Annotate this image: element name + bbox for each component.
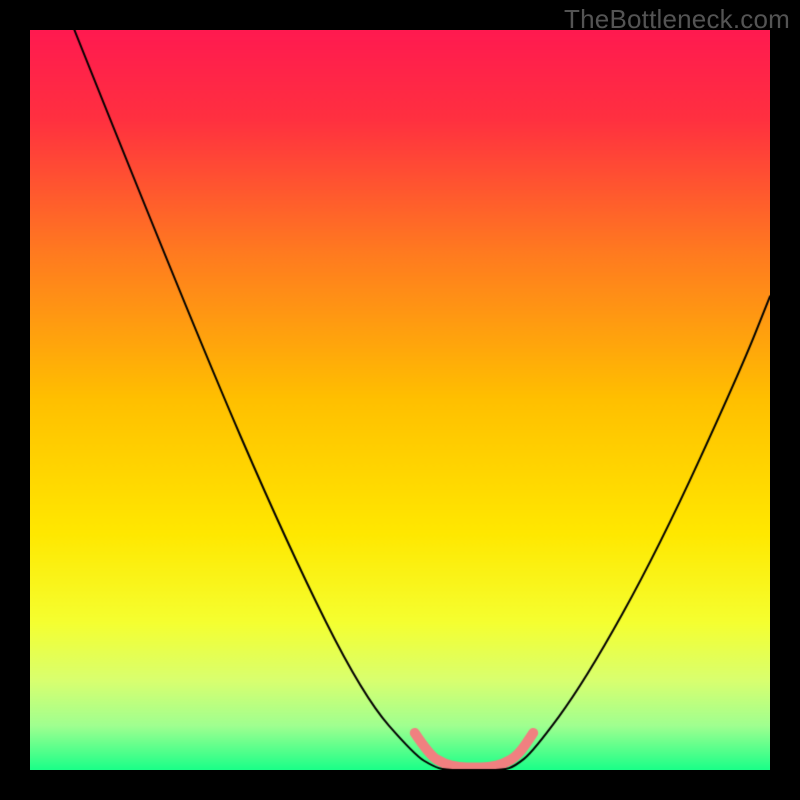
chart-frame: TheBottleneck.com xyxy=(0,0,800,800)
watermark-text: TheBottleneck.com xyxy=(564,4,790,35)
bottleneck-curve-canvas xyxy=(30,30,770,770)
